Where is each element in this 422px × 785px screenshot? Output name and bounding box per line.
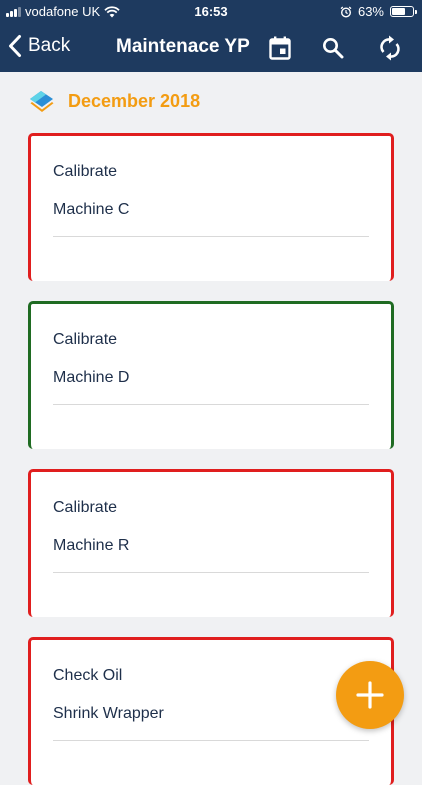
machine-name: Shrink Wrapper [53,705,164,722]
task-name: Check Oil [53,667,123,684]
calendar-button[interactable] [267,35,293,61]
task-card[interactable]: Calibrate Machine D [28,301,394,449]
alarm-icon [340,6,352,18]
machine-name: Machine D [53,369,130,386]
task-name: Calibrate [53,331,118,348]
sync-button[interactable] [377,35,403,61]
card-divider [53,572,369,573]
month-header: December 2018 [28,88,200,114]
task-name: Calibrate [53,163,118,180]
machine-name: Machine R [53,537,130,554]
month-label: December 2018 [68,90,201,111]
card-divider [53,404,369,405]
sync-icon [380,35,400,61]
back-button[interactable]: Back [8,34,70,58]
battery-percent: 63% [357,4,384,19]
battery-cap [415,10,417,14]
nav-bar: Back Maintenace YP [0,24,422,72]
back-label: Back [28,35,71,56]
status-right: 63% [340,4,417,19]
card-divider [53,236,369,237]
stacked-cards-icon [30,91,54,112]
page-title: Maintenace YP [116,36,250,57]
search-icon [323,38,344,59]
card-divider [53,740,369,741]
battery-icon [390,6,417,17]
search-button[interactable] [320,35,346,61]
task-card[interactable]: Calibrate Machine C [28,133,394,281]
machine-name: Machine C [53,201,130,218]
task-name: Calibrate [53,499,118,516]
battery-fill [392,8,405,15]
chevron-left-icon [9,35,21,57]
status-bar: vodafone UK 16:53 63% [0,0,422,24]
plus-icon [356,681,384,709]
calendar-icon [269,36,291,60]
task-card[interactable]: Calibrate Machine R [28,469,394,617]
add-task-button[interactable] [336,661,404,729]
